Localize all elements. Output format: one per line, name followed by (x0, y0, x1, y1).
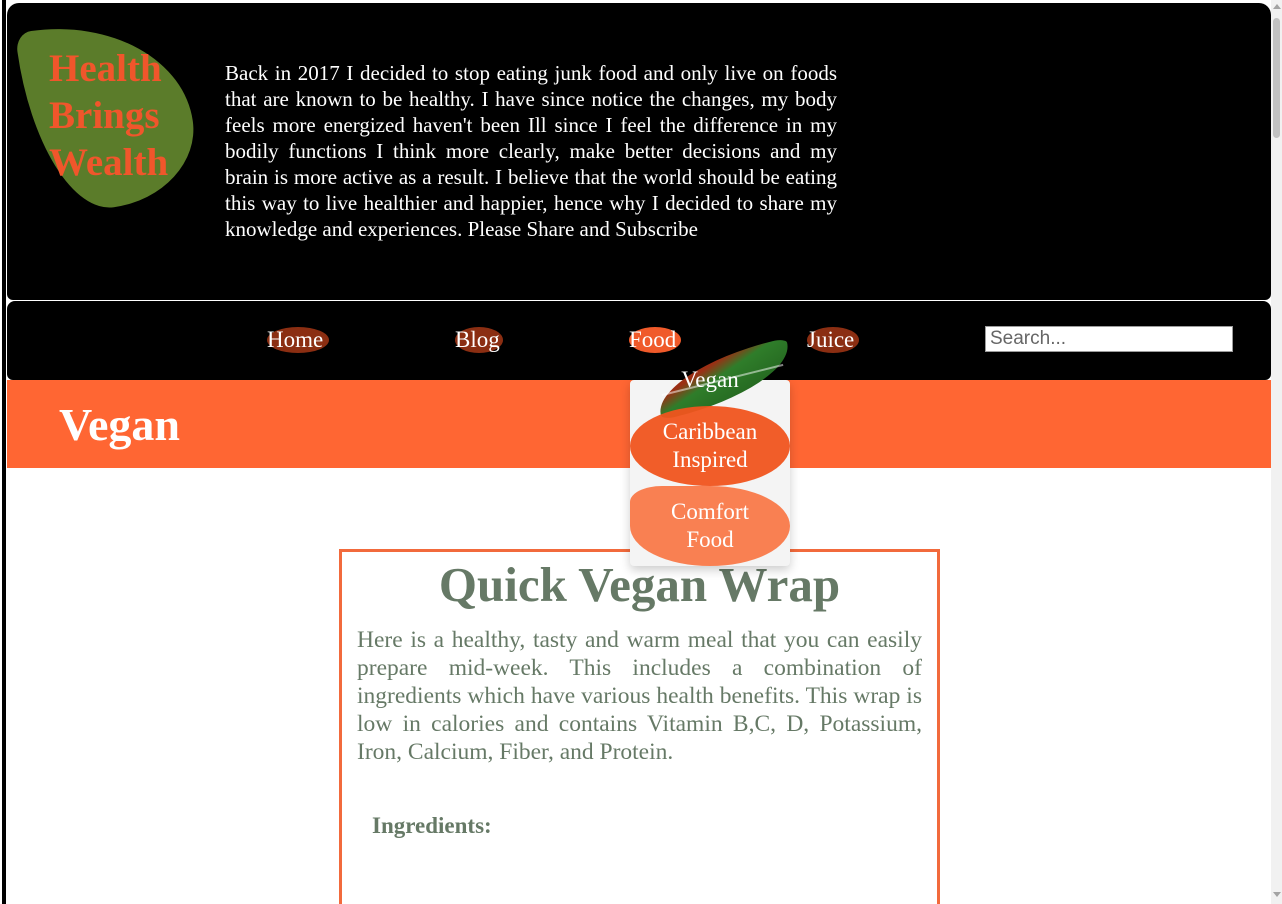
recipe-card: Quick Vegan Wrap Here is a healthy, tast… (339, 549, 940, 904)
vertical-scrollbar[interactable] (1271, 0, 1282, 904)
nav-home-label: Home (267, 327, 324, 352)
nav-blog[interactable]: Blog (455, 325, 503, 355)
category-title: Vegan (59, 399, 180, 450)
logo-line-2: Brings (49, 94, 160, 137)
nav-blog-label: Blog (455, 327, 500, 352)
window-edge (0, 0, 7, 904)
nav-home[interactable]: Home (267, 325, 329, 355)
scroll-up-arrow-icon[interactable] (1273, 4, 1281, 9)
nav-juice-label: Juice (807, 327, 855, 352)
search-input[interactable] (985, 326, 1233, 352)
nav-food[interactable]: Food (629, 325, 681, 355)
site-logo[interactable]: Health Brings Wealth (49, 45, 209, 186)
recipe-description: Here is a healthy, tasty and warm meal t… (357, 627, 922, 765)
logo-line-3: Wealth (49, 141, 169, 184)
scroll-down-arrow-icon[interactable] (1273, 892, 1281, 897)
nav-juice[interactable]: Juice (807, 325, 859, 355)
dropdown-item-vegan[interactable]: Vegan (630, 366, 790, 394)
scrollbar-thumb[interactable] (1273, 18, 1280, 138)
page: Health Brings Wealth Back in 2017 I deci… (0, 0, 1282, 904)
food-dropdown-menu: Vegan Caribbean Inspired Comfort Food (630, 337, 798, 566)
intro-paragraph: Back in 2017 I decided to stop eating ju… (225, 61, 837, 241)
site-header: Health Brings Wealth Back in 2017 I deci… (7, 3, 1271, 300)
logo-line-1: Health (49, 47, 162, 90)
ingredients-heading: Ingredients: (372, 813, 492, 838)
dropdown-item-caribbean[interactable]: Caribbean Inspired (630, 418, 790, 474)
nav-food-label: Food (629, 327, 677, 352)
dropdown-item-comfort[interactable]: Comfort Food (630, 498, 790, 554)
